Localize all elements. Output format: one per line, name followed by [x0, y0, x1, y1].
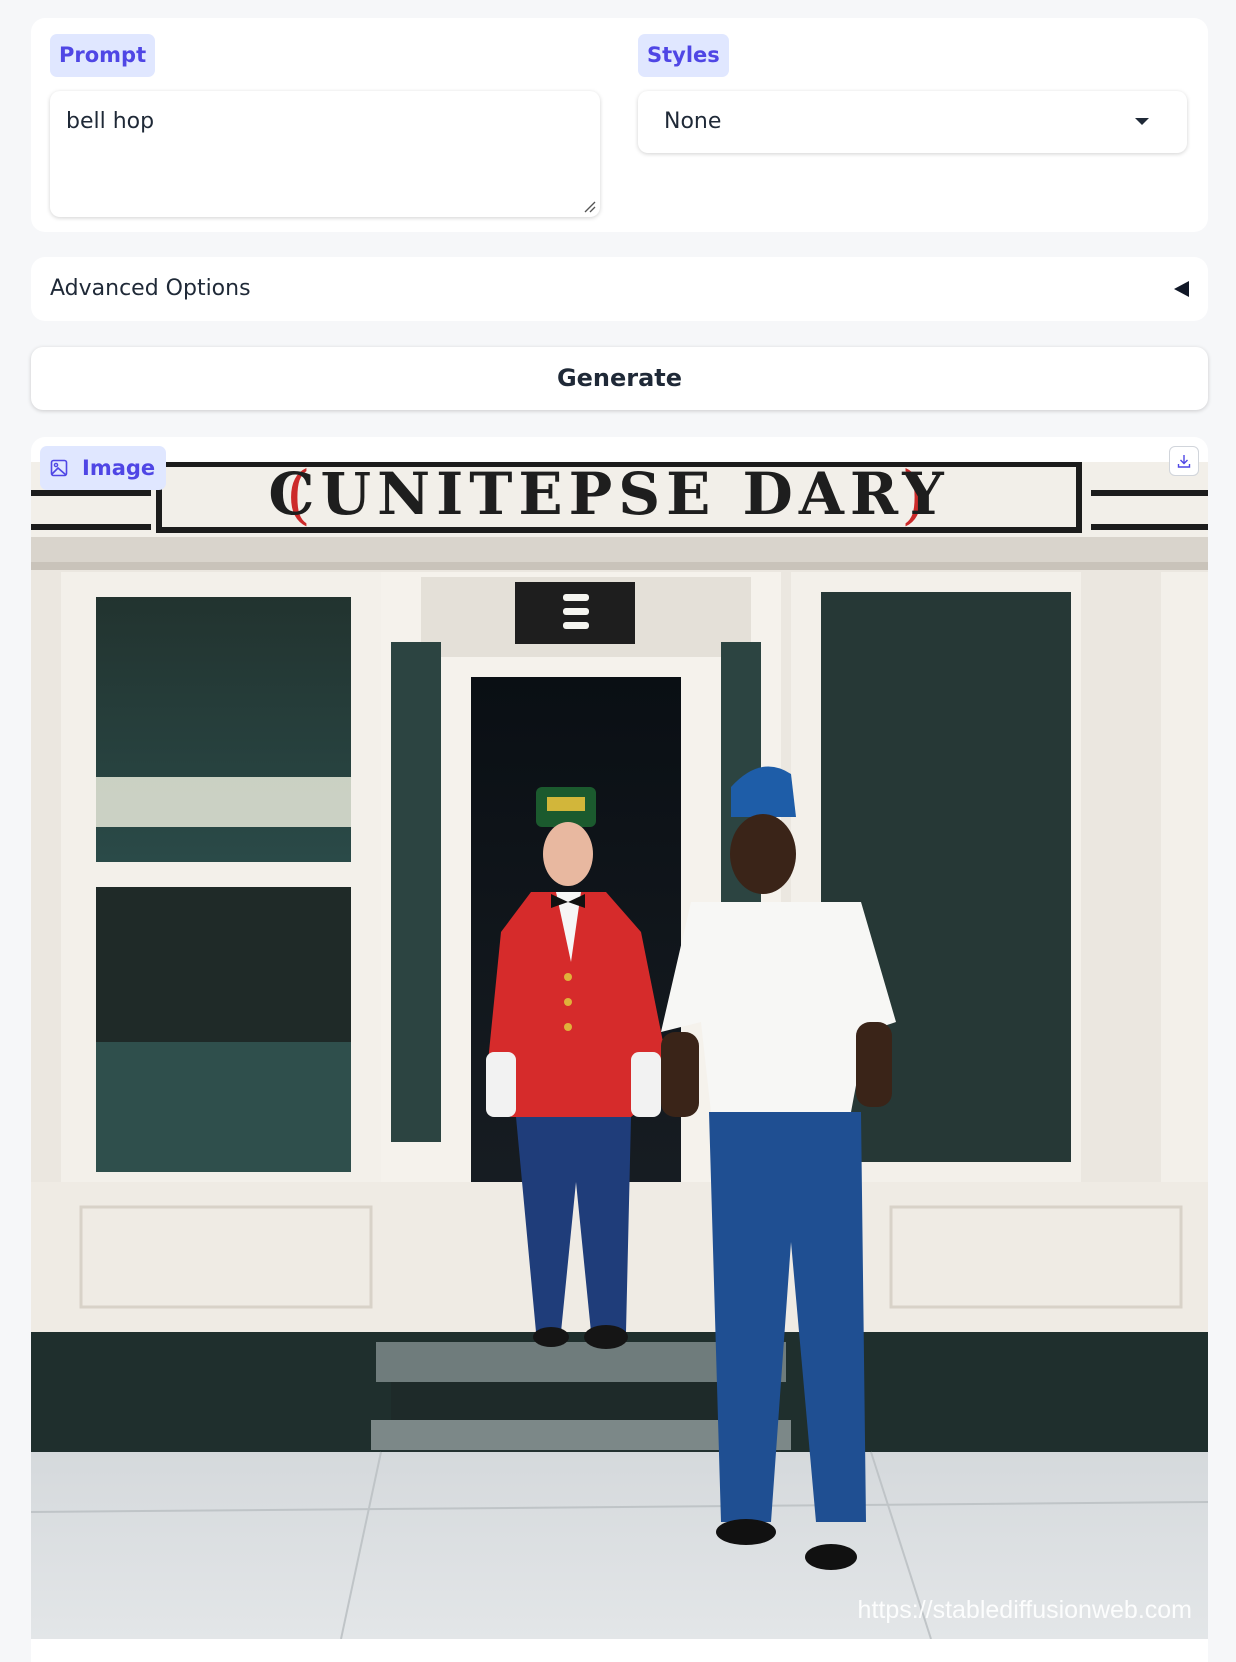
generated-image: ( ) CUNITEPSE DARY https://stablediffusi…: [31, 462, 1208, 1639]
advanced-options-accordion[interactable]: Advanced Options: [31, 257, 1208, 321]
styles-label: Styles: [638, 34, 729, 77]
dropdown-caret-icon: [1135, 118, 1149, 125]
input-panel: Prompt bell hop Styles None: [31, 18, 1208, 232]
prompt-label: Prompt: [50, 34, 156, 77]
download-icon: [1177, 455, 1191, 468]
download-button[interactable]: [1169, 446, 1199, 476]
generated-image-illustration: ( ) CUNITEPSE DARY: [31, 462, 1208, 1639]
advanced-options-label: Advanced Options: [50, 276, 251, 301]
sign-text: CUNITEPSE DARY: [268, 462, 949, 528]
image-icon: [50, 459, 68, 477]
collapse-triangle-icon[interactable]: [1174, 281, 1189, 297]
resize-handle-icon[interactable]: [582, 199, 596, 213]
prompt-textarea[interactable]: bell hop: [50, 91, 600, 217]
image-label: Image: [82, 456, 156, 480]
watermark: https://stablediffusionweb.com: [857, 1596, 1192, 1624]
image-label-chip: Image: [40, 446, 167, 490]
image-output-panel: Image () CUNITEPSE DARY https://stabled…: [31, 437, 1208, 1662]
styles-selected-value: None: [664, 109, 722, 134]
prompt-text: bell hop: [66, 109, 155, 134]
generate-button[interactable]: Generate: [31, 347, 1208, 410]
styles-dropdown[interactable]: None: [638, 91, 1187, 153]
